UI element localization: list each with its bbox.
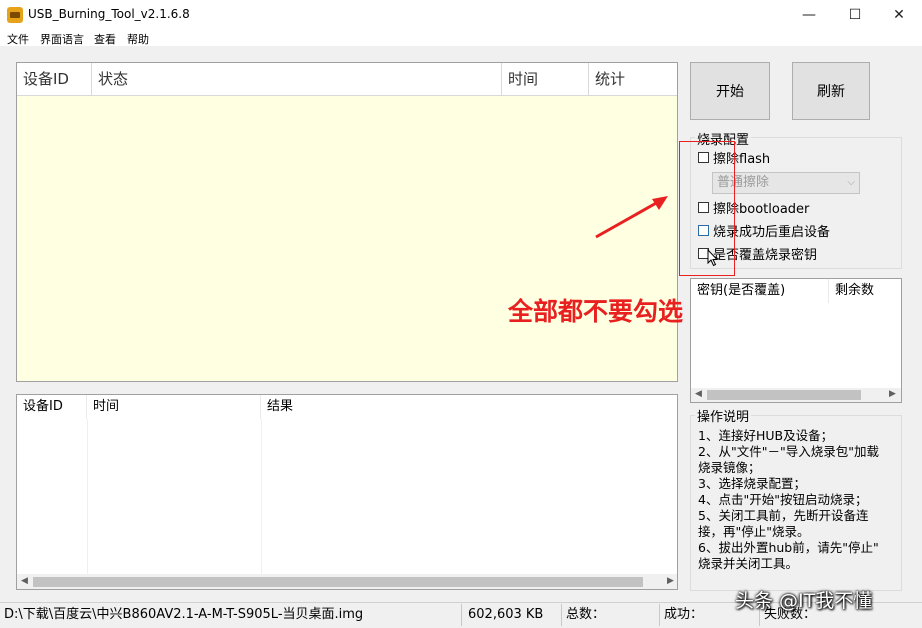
menu-view[interactable]: 查看 bbox=[94, 31, 116, 47]
maximize-button[interactable]: ☐ bbox=[832, 0, 878, 30]
column-divider bbox=[261, 419, 262, 575]
refresh-button[interactable]: 刷新 bbox=[792, 62, 870, 120]
instructions-title: 操作说明 bbox=[695, 406, 751, 425]
instruction-line: 3、选择烧录配置； bbox=[698, 476, 900, 492]
column-device-id[interactable]: 设备ID bbox=[17, 63, 92, 96]
menu-file[interactable]: 文件 bbox=[7, 31, 29, 47]
instruction-line: 4、点击"开始"按钮启动烧录； bbox=[698, 492, 900, 508]
scroll-left-icon[interactable]: ◀ bbox=[21, 576, 28, 586]
instruction-line: 烧录并关闭工具。 bbox=[698, 556, 900, 572]
menu-bar: 文件 界面语言 查看 帮助 bbox=[0, 30, 922, 46]
title-bar: USB_Burning_Tool_v2.1.6.8 — ☐ ✕ bbox=[0, 0, 922, 30]
annotation-text: 全部都不要勾选 bbox=[508, 292, 683, 328]
scroll-thumb[interactable] bbox=[707, 390, 861, 400]
device-list[interactable]: 设备ID 状态 时间 统计 bbox=[16, 62, 678, 382]
status-total: 总数： bbox=[562, 604, 660, 626]
column-divider bbox=[87, 419, 88, 575]
instruction-line: 接，再"停止"烧录。 bbox=[698, 524, 900, 540]
column-remaining[interactable]: 剩余数 bbox=[829, 279, 901, 303]
window-title: USB_Burning_Tool_v2.1.6.8 bbox=[28, 7, 190, 21]
highlight-box bbox=[679, 141, 735, 276]
menu-language[interactable]: 界面语言 bbox=[40, 31, 84, 47]
status-file-path: D:\下载\百度云\中兴B860AV2.1-A-M-T-S905L-当贝桌面.i… bbox=[0, 604, 462, 626]
instructions-text: 1、连接好HUB及设备； 2、从"文件"－"导入烧录包"加载 烧录镜像； 3、选… bbox=[698, 428, 900, 572]
start-button[interactable]: 开始 bbox=[690, 62, 770, 120]
key-list-hscrollbar[interactable]: ◀ ▶ bbox=[691, 388, 901, 402]
column-result-device-id[interactable]: 设备ID bbox=[17, 395, 87, 419]
scroll-left-icon[interactable]: ◀ bbox=[695, 389, 702, 399]
scroll-right-icon[interactable]: ▶ bbox=[667, 576, 674, 586]
menu-help[interactable]: 帮助 bbox=[127, 31, 149, 47]
scroll-thumb[interactable] bbox=[33, 577, 643, 587]
instruction-line: 2、从"文件"－"导入烧录包"加载 bbox=[698, 444, 900, 460]
instruction-line: 1、连接好HUB及设备； bbox=[698, 428, 900, 444]
instruction-line: 5、关闭工具前，先断开设备连 bbox=[698, 508, 900, 524]
result-list-hscrollbar[interactable]: ◀ ▶ bbox=[17, 574, 677, 589]
arrow-icon bbox=[592, 192, 672, 242]
key-list[interactable]: 密钥(是否覆盖) 剩余数 ◀ ▶ bbox=[690, 278, 902, 403]
column-key[interactable]: 密钥(是否覆盖) bbox=[691, 279, 829, 303]
column-stats[interactable]: 统计 bbox=[589, 63, 677, 96]
column-status[interactable]: 状态 bbox=[92, 63, 502, 96]
status-file-size: 602,603 KB bbox=[462, 604, 562, 626]
column-result-time[interactable]: 时间 bbox=[87, 395, 261, 419]
close-button[interactable]: ✕ bbox=[876, 0, 922, 30]
chevron-down-icon: ⌵ bbox=[847, 173, 855, 193]
scroll-right-icon[interactable]: ▶ bbox=[889, 389, 896, 399]
instruction-line: 6、拔出外置hub前，请先"停止" bbox=[698, 540, 900, 556]
watermark: 头条 @IT我不懂 bbox=[735, 586, 872, 613]
app-icon bbox=[7, 7, 23, 23]
result-list[interactable]: 设备ID 时间 结果 ◀ ▶ bbox=[16, 394, 678, 590]
column-time[interactable]: 时间 bbox=[502, 63, 589, 96]
column-result[interactable]: 结果 bbox=[261, 395, 677, 419]
minimize-button[interactable]: — bbox=[786, 0, 832, 30]
instruction-line: 烧录镜像； bbox=[698, 460, 900, 476]
